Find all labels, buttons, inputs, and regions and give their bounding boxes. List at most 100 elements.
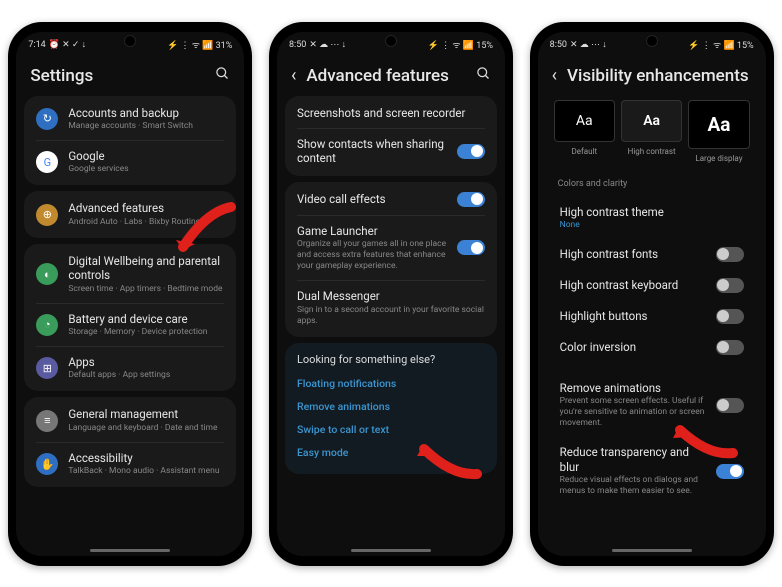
item-subtitle: Prevent some screen effects. Useful if y… [560, 396, 706, 429]
feature-item[interactable]: Dual Messenger Sign in to a second accou… [285, 281, 497, 334]
page-header: ‹ Advanced features [277, 54, 505, 98]
settings-item[interactable]: ⊞ Apps Default apps · App settings [24, 347, 236, 389]
item-title: Screenshots and screen recorder [297, 106, 485, 120]
page-title: Settings [30, 66, 205, 86]
item-icon: ◔ [36, 314, 58, 336]
visibility-item[interactable]: High contrast keyboard [546, 270, 758, 301]
back-icon[interactable]: ‹ [291, 67, 296, 85]
toggle-switch[interactable] [457, 144, 485, 159]
item-title: High contrast fonts [560, 247, 706, 261]
font-label: Default [554, 147, 615, 156]
font-preview-option[interactable]: AaDefault [554, 100, 615, 163]
camera-cutout [386, 36, 396, 46]
visibility-item[interactable]: High contrast theme None [546, 197, 758, 239]
visibility-item[interactable]: Reduce transparency and blur Reduce visu… [546, 437, 758, 505]
item-title: Show contacts when sharing content [297, 137, 447, 166]
status-left-icons: ✕ ☁ ⋯ ↓ [570, 39, 607, 50]
settings-item[interactable]: G Google Google services [24, 141, 236, 183]
settings-item[interactable]: ◐ Digital Wellbeing and parental control… [24, 246, 236, 303]
item-title: Color inversion [560, 340, 706, 354]
camera-cutout [125, 36, 135, 46]
item-subtitle: Screen time · App timers · Bedtime mode [68, 284, 224, 295]
font-preview-option[interactable]: AaLarge display [688, 100, 749, 163]
item-title: Remove animations [560, 381, 706, 395]
item-title: Accounts and backup [68, 106, 224, 120]
font-swatch: Aa [688, 100, 749, 149]
item-subtitle: Reduce visual effects on dialogs and men… [560, 475, 706, 497]
looking-for-label: Looking for something else? [297, 353, 485, 370]
item-icon: ↻ [36, 108, 58, 130]
settings-item[interactable]: ≡ General management Language and keyboa… [24, 399, 236, 441]
item-title: High contrast theme [560, 205, 744, 219]
font-swatch: Aa [621, 100, 682, 142]
toggle-switch[interactable] [716, 278, 744, 293]
page-title: Visibility enhancements [567, 66, 752, 86]
suggested-link[interactable]: Floating notifications [297, 372, 485, 395]
toggle-switch[interactable] [716, 340, 744, 355]
toggle-switch[interactable] [716, 464, 744, 479]
font-preview-option[interactable]: Aa High contrast [621, 100, 682, 163]
item-title: General management [68, 407, 224, 421]
settings-group: ≡ General management Language and keyboa… [24, 397, 236, 487]
item-title: Highlight buttons [560, 309, 706, 323]
item-icon: ◐ [36, 263, 58, 285]
status-left-icons: ✕ ☁ ⋯ ↓ [309, 39, 346, 50]
settings-item[interactable]: ↻ Accounts and backup Manage accounts · … [24, 98, 236, 140]
status-time: 7:14 [28, 40, 45, 50]
item-title: Apps [68, 355, 224, 369]
item-title: Dual Messenger [297, 289, 485, 303]
item-subtitle: Sign in to a second account in your favo… [297, 305, 485, 327]
page-header: ‹ Visibility enhancements [538, 54, 766, 98]
visibility-item[interactable]: High contrast fonts [546, 239, 758, 270]
suggested-link[interactable]: Remove animations [297, 395, 485, 418]
visibility-list[interactable]: AaDefaultAaHigh contrastAaLarge display … [538, 96, 766, 544]
features-list[interactable]: Screenshots and screen recorder Show con… [277, 96, 505, 544]
visibility-item[interactable]: Remove animations Prevent some screen ef… [546, 373, 758, 438]
feature-item[interactable]: Video call effects [285, 184, 497, 215]
suggested-link[interactable]: Easy mode [297, 441, 485, 464]
item-icon: ⊞ [36, 357, 58, 379]
item-title: Game Launcher [297, 224, 447, 238]
toggle-switch[interactable] [457, 240, 485, 255]
item-icon: ✋ [36, 453, 58, 475]
search-icon[interactable] [215, 66, 230, 85]
item-subtitle: Google services [68, 164, 224, 175]
toggle-switch[interactable] [716, 247, 744, 262]
item-subtitle: Default apps · App settings [68, 370, 224, 381]
feature-item[interactable]: Screenshots and screen recorder [285, 98, 497, 128]
page-title: Advanced features [306, 66, 466, 86]
item-icon: G [36, 151, 58, 173]
item-title: Advanced features [68, 201, 224, 215]
suggested-link[interactable]: Swipe to call or text [297, 418, 485, 441]
status-right-icons: ⚡ ⋮ ᯤ 📶 15% [428, 38, 493, 51]
settings-item[interactable]: ✋ Accessibility TalkBack · Mono audio · … [24, 443, 236, 485]
item-icon: ≡ [36, 410, 58, 432]
feature-item[interactable]: Show contacts when sharing content [285, 129, 497, 174]
settings-group: ◐ Digital Wellbeing and parental control… [24, 244, 236, 392]
looking-for-card: Looking for something else? Floating not… [285, 343, 497, 474]
item-icon: ⊕ [36, 204, 58, 226]
toggle-switch[interactable] [716, 398, 744, 413]
status-right-icons: ⚡ ⋮ ᯤ 📶 15% [688, 38, 753, 51]
item-title: Accessibility [68, 451, 224, 465]
settings-item[interactable]: ◔ Battery and device care Storage · Memo… [24, 304, 236, 346]
toggle-switch[interactable] [457, 192, 485, 207]
settings-list[interactable]: ↻ Accounts and backup Manage accounts · … [16, 96, 244, 544]
nav-gesture-bar [351, 549, 431, 552]
item-subtitle: Organize all your games all in one place… [297, 239, 447, 272]
section-label: Colors and clarity [546, 173, 758, 191]
back-icon[interactable]: ‹ [552, 67, 557, 85]
visibility-item[interactable]: Color inversion [546, 332, 758, 363]
visibility-item[interactable]: Highlight buttons [546, 301, 758, 332]
page-header: Settings [16, 54, 244, 98]
item-subtitle: Storage · Memory · Device protection [68, 327, 224, 338]
item-subtitle: Android Auto · Labs · Bixby Routines [68, 217, 224, 228]
feature-item[interactable]: Game Launcher Organize all your games al… [285, 216, 497, 281]
search-icon[interactable] [476, 66, 491, 85]
settings-item[interactable]: ⊕ Advanced features Android Auto · Labs … [24, 193, 236, 235]
font-label: High contrast [621, 147, 682, 156]
item-title: Battery and device care [68, 312, 224, 326]
toggle-switch[interactable] [716, 309, 744, 324]
item-subtitle: Language and keyboard · Date and time [68, 423, 224, 434]
settings-group: ↻ Accounts and backup Manage accounts · … [24, 96, 236, 186]
